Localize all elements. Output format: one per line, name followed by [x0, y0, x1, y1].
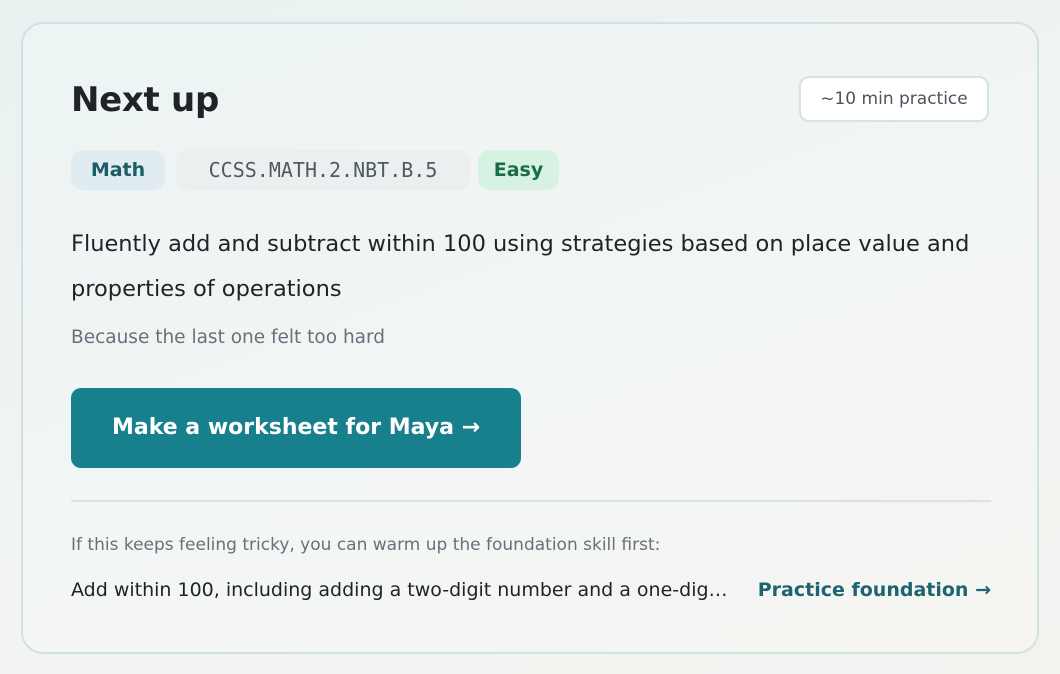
duration-badge: ~10 min practice: [799, 76, 989, 122]
divider: [71, 500, 991, 502]
foundation-hint: If this keeps feeling tricky, you can wa…: [71, 535, 661, 555]
foundation-skill: Add within 100, including adding a two-d…: [71, 579, 731, 601]
difficulty-tag: Easy: [478, 150, 559, 190]
practice-foundation-link[interactable]: Practice foundation →: [758, 579, 991, 601]
tag-row: Math CCSS.MATH.2.NBT.B.5 Easy: [71, 150, 559, 190]
skill-description: Fluently add and subtract within 100 usi…: [71, 231, 970, 302]
next-up-card: Next up ~10 min practice Math CCSS.MATH.…: [21, 22, 1039, 654]
standard-code-tag: CCSS.MATH.2.NBT.B.5: [176, 150, 470, 190]
foundation-row: Add within 100, including adding a two-d…: [71, 576, 991, 604]
subject-tag: Math: [71, 150, 165, 190]
recommendation-reason: Because the last one felt too hard: [71, 327, 386, 348]
make-worksheet-button[interactable]: Make a worksheet for Maya →: [71, 388, 521, 468]
card-title: Next up: [71, 80, 219, 120]
